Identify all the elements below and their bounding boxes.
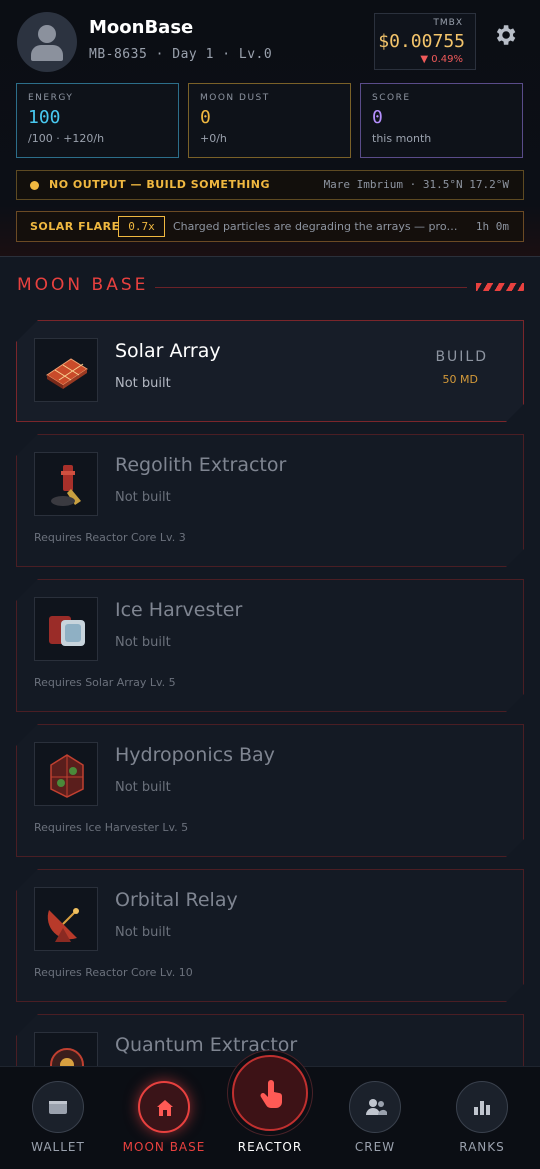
nav-label: REACTOR — [237, 1140, 303, 1154]
build-button[interactable]: BUILD — [435, 349, 488, 365]
status-dot-icon — [30, 181, 39, 190]
moon-dust-value: 0 — [200, 107, 211, 128]
wallet-icon — [49, 1101, 67, 1114]
nav-moon-base[interactable]: MOON BASE — [110, 1067, 218, 1169]
nav-label: CREW — [354, 1140, 396, 1154]
tap-hand-icon — [260, 1080, 282, 1108]
building-card-hydroponics-bay[interactable]: Hydroponics Bay Not built Requires Ice H… — [16, 724, 524, 857]
energy-value: 100 — [28, 107, 61, 128]
gear-icon[interactable] — [492, 22, 518, 48]
event-timer: 1h 0m — [475, 220, 509, 233]
hydroponics-icon — [34, 742, 98, 806]
score-stat: SCORE 0 this month — [360, 83, 523, 158]
base-meta: MB-8635 · Day 1 · Lv.0 — [89, 47, 273, 62]
output-status-bar: NO OUTPUT — BUILD SOMETHING Mare Imbrium… — [16, 170, 524, 200]
user-icon — [38, 25, 56, 43]
ice-harvester-icon — [34, 597, 98, 661]
building-name: Orbital Relay — [115, 889, 238, 911]
quantum-extractor-icon — [34, 1032, 98, 1066]
satellite-dish-icon — [34, 887, 98, 951]
building-card-orbital-relay[interactable]: Orbital Relay Not built Requires Reactor… — [16, 869, 524, 1002]
main-content[interactable]: MOON BASE Solar Array Not built BUILD 50… — [0, 256, 540, 1066]
energy-sub: /100 · +120/h — [28, 132, 105, 145]
nav-reactor[interactable]: REACTOR — [216, 1055, 324, 1169]
nav-label: WALLET — [31, 1140, 85, 1154]
building-name: Regolith Extractor — [115, 454, 287, 476]
building-state: Not built — [115, 780, 171, 795]
output-status: NO OUTPUT — BUILD SOMETHING — [49, 178, 270, 191]
bottom-nav: WALLET MOON BASE REACTOR CREW RANKS — [0, 1055, 540, 1169]
building-card-ice-harvester[interactable]: Ice Harvester Not built Requires Solar A… — [16, 579, 524, 712]
energy-stat: ENERGY 100 /100 · +120/h — [16, 83, 179, 158]
build-cost: 50 MD — [442, 373, 478, 386]
crew-icon — [366, 1099, 387, 1115]
extractor-icon — [34, 452, 98, 516]
event-title: SOLAR FLARE — [30, 220, 120, 233]
bar-chart-icon — [474, 1101, 490, 1115]
nav-crew[interactable]: CREW — [321, 1067, 429, 1169]
building-name: Quantum Extractor — [115, 1034, 298, 1056]
ticker-change: ▼ 0.49% — [420, 54, 463, 65]
nav-ranks[interactable]: RANKS — [428, 1067, 536, 1169]
header: MoonBase MB-8635 · Day 1 · Lv.0 TMBX $0.… — [0, 0, 540, 256]
score-label: SCORE — [372, 93, 411, 103]
energy-label: ENERGY — [28, 93, 74, 103]
building-requirement: Requires Reactor Core Lv. 10 — [34, 966, 193, 979]
moon-dust-sub: +0/h — [200, 132, 227, 145]
solar-flare-event[interactable]: SOLAR FLARE 0.7x Charged particles are d… — [16, 211, 524, 242]
base-name: MoonBase — [89, 17, 194, 38]
hazard-stripes — [476, 283, 524, 291]
section-divider — [155, 287, 467, 288]
building-card-regolith-extractor[interactable]: Regolith Extractor Not built Requires Re… — [16, 434, 524, 567]
score-value: 0 — [372, 107, 383, 128]
building-state: Not built — [115, 376, 171, 391]
building-card-solar-array[interactable]: Solar Array Not built BUILD 50 MD — [16, 320, 524, 422]
solar-array-icon — [34, 338, 98, 402]
nav-wallet[interactable]: WALLET — [4, 1067, 112, 1169]
building-name: Hydroponics Bay — [115, 744, 275, 766]
moon-dust-label: MOON DUST — [200, 93, 270, 103]
avatar[interactable] — [17, 12, 77, 72]
building-name: Ice Harvester — [115, 599, 243, 621]
section-title: MOON BASE — [17, 275, 149, 295]
score-sub: this month — [372, 132, 432, 145]
event-description: Charged particles are degrading the arra… — [173, 220, 463, 233]
token-ticker[interactable]: TMBX $0.00755 ▼ 0.49% — [374, 13, 476, 70]
building-requirement: Requires Reactor Core Lv. 3 — [34, 531, 186, 544]
nav-label: RANKS — [459, 1140, 505, 1154]
building-state: Not built — [115, 635, 171, 650]
ticker-price: $0.00755 — [378, 31, 465, 52]
building-requirement: Requires Solar Array Lv. 5 — [34, 676, 176, 689]
event-multiplier: 0.7x — [118, 216, 165, 237]
moon-dust-stat: MOON DUST 0 +0/h — [188, 83, 351, 158]
ticker-symbol: TMBX — [433, 18, 463, 28]
nav-label: MOON BASE — [122, 1140, 206, 1154]
building-state: Not built — [115, 925, 171, 940]
home-icon — [157, 1100, 173, 1116]
building-state: Not built — [115, 490, 171, 505]
building-name: Solar Array — [115, 340, 221, 362]
building-requirement: Requires Ice Harvester Lv. 5 — [34, 821, 189, 834]
base-location: Mare Imbrium · 31.5°N 17.2°W — [323, 178, 509, 191]
